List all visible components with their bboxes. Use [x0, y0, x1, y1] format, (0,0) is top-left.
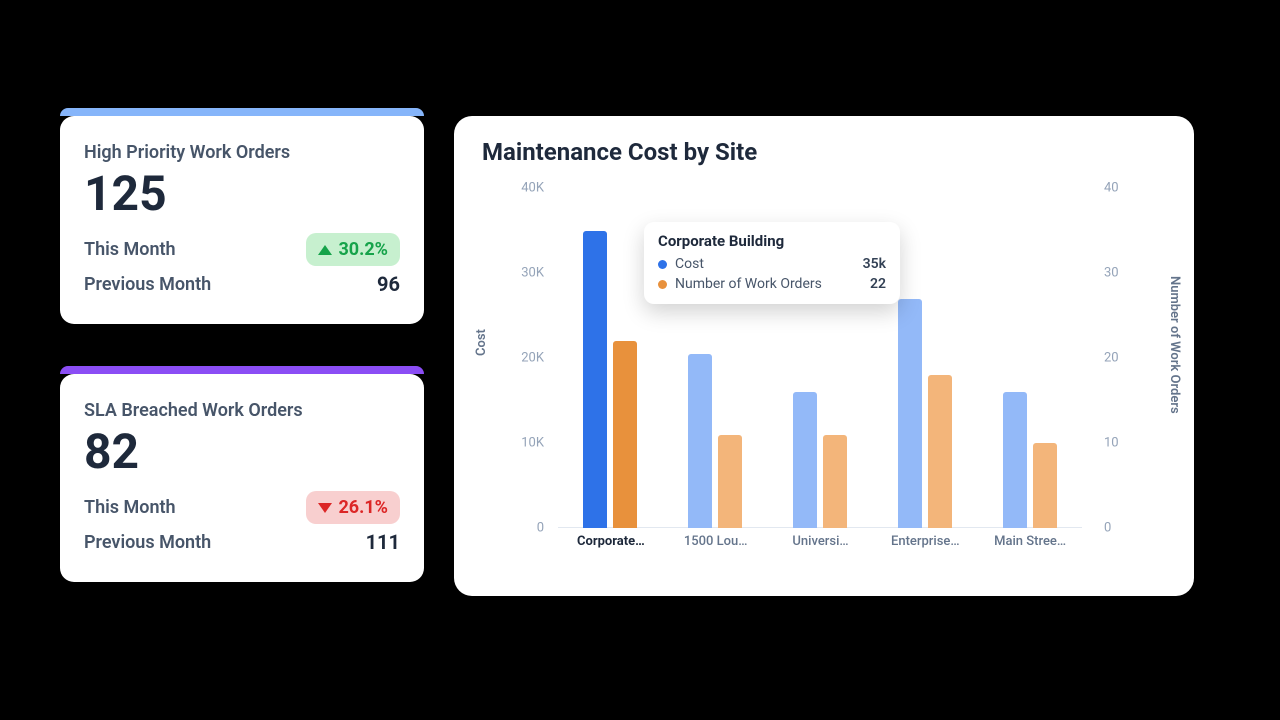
prev-month-label: Previous Month [84, 532, 211, 553]
tooltip-value: 22 [870, 276, 886, 292]
y-right-tick: 10 [1104, 436, 1148, 451]
trend-value: 26.1% [338, 497, 388, 518]
metric-title: SLA Breached Work Orders [84, 400, 400, 421]
bar-cost[interactable] [1003, 392, 1027, 528]
prev-month-label: Previous Month [84, 274, 211, 295]
tooltip-label: Number of Work Orders [675, 276, 822, 292]
y-right-tick: 0 [1104, 521, 1148, 536]
this-month-label: This Month [84, 497, 176, 518]
bar-work-orders[interactable] [823, 435, 847, 529]
prev-month-value: 111 [366, 530, 400, 554]
legend-dot-cost [658, 260, 667, 269]
tooltip-label: Cost [675, 256, 704, 272]
trend-badge-down: 26.1% [306, 491, 400, 524]
x-category-label: Enterprise… [873, 534, 978, 549]
bar-work-orders[interactable] [718, 435, 742, 529]
card-accent [60, 366, 424, 374]
legend-dot-work-orders [658, 280, 667, 289]
y-left-tick: 30K [500, 266, 544, 281]
bar-work-orders[interactable] [928, 375, 952, 528]
card-high-priority: High Priority Work Orders 125 This Month… [60, 116, 424, 324]
this-month-label: This Month [84, 239, 176, 260]
bar-work-orders[interactable] [613, 341, 637, 528]
bar-work-orders[interactable] [1033, 443, 1057, 528]
trend-badge-up: 30.2% [306, 233, 400, 266]
x-category-label: Universi… [768, 534, 873, 549]
triangle-up-icon [318, 245, 332, 255]
triangle-down-icon [318, 503, 332, 513]
y-left-tick: 20K [500, 351, 544, 366]
x-category-label: Corporate… [558, 534, 663, 549]
chart-card-maintenance-cost: Maintenance Cost by Site Cost Number of … [454, 116, 1194, 596]
y-left-tick: 0 [500, 521, 544, 536]
metric-value: 82 [84, 427, 400, 477]
prev-month-value: 96 [377, 272, 400, 296]
tooltip-value: 35k [863, 256, 886, 272]
card-sla-breached: SLA Breached Work Orders 82 This Month 2… [60, 374, 424, 582]
bar-cost[interactable] [793, 392, 817, 528]
trend-value: 30.2% [338, 239, 388, 260]
chart-title: Maintenance Cost by Site [482, 138, 1166, 166]
bar-cost[interactable] [898, 299, 922, 529]
y-left-tick: 40K [500, 181, 544, 196]
y-axis-left-label: Cost [474, 329, 489, 356]
x-category-label: Main Stree… [978, 534, 1083, 549]
y-right-tick: 40 [1104, 181, 1148, 196]
y-right-tick: 20 [1104, 351, 1148, 366]
tooltip-title: Corporate Building [658, 232, 886, 250]
bar-cost[interactable] [688, 354, 712, 528]
y-left-tick: 10K [500, 436, 544, 451]
metric-title: High Priority Work Orders [84, 142, 400, 163]
chart-tooltip: Corporate Building Cost 35k Number of Wo… [644, 222, 900, 304]
y-axis-right-label: Number of Work Orders [1167, 276, 1182, 414]
x-category-label: 1500 Lou… [663, 534, 768, 549]
metric-value: 125 [84, 169, 400, 219]
card-accent [60, 108, 424, 116]
y-right-tick: 30 [1104, 266, 1148, 281]
bar-cost[interactable] [583, 231, 607, 529]
